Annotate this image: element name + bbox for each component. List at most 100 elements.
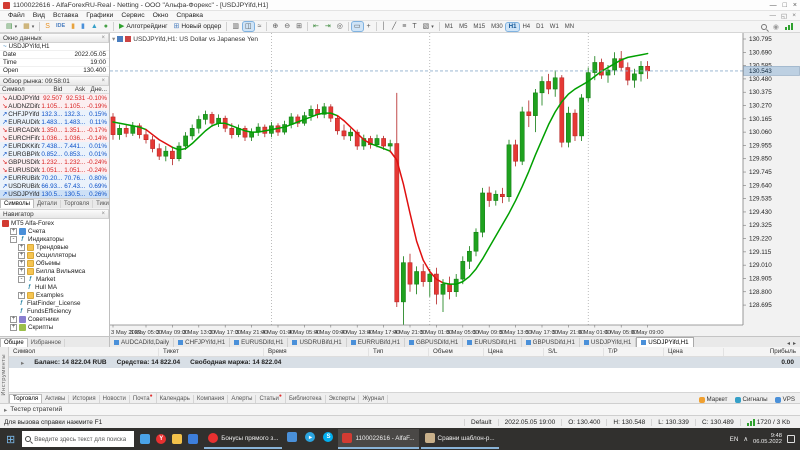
toolbox-tab-История[interactable]: История xyxy=(69,395,99,403)
expand-icon[interactable]: + xyxy=(18,292,25,299)
navigator-item-Билла Вильямса[interactable]: +Билла Вильямса xyxy=(0,267,109,275)
market-watch-row-EURGBPifd[interactable]: ↗EURGBPifd0.852...0.853...0.01% xyxy=(0,150,109,158)
toolbox-col-T/P[interactable]: T/P xyxy=(604,348,664,356)
child-close-button[interactable]: × xyxy=(792,12,796,20)
crosshair-button[interactable]: + xyxy=(365,22,373,31)
timeframe-M30[interactable]: M30 xyxy=(489,23,506,31)
clock[interactable]: 9:48 06.05.2022 xyxy=(753,433,782,446)
expand-icon[interactable]: + xyxy=(10,228,17,235)
auto-scroll-button[interactable]: ◎ xyxy=(335,22,345,31)
timeframe-M15[interactable]: M15 xyxy=(471,23,488,31)
toolbox-tab-Статьи[interactable]: Статьи● xyxy=(256,392,285,403)
metaeditor-button[interactable]: IDE xyxy=(54,22,67,31)
market-watch-row-EURDKKifd[interactable]: ↗EURDKKifd7.438...7.441...0.01% xyxy=(0,142,109,150)
market-watch-row-EURRUBifd[interactable]: ↗EURRUBifd70.20...70.76...0.80% xyxy=(0,174,109,182)
close-icon[interactable]: × xyxy=(101,35,105,41)
expand-icon[interactable]: + xyxy=(18,268,25,275)
chat-button[interactable]: ▮ xyxy=(79,22,87,31)
navigator-item-FlatFinder_License[interactable]: ƒFlatFinder_License xyxy=(0,299,109,307)
line-chart-button[interactable]: ≈ xyxy=(256,22,264,31)
taskbar-icon-explorer[interactable] xyxy=(169,431,185,447)
navigator-item-Market[interactable]: -ƒMarket xyxy=(0,275,109,283)
taskbar-app-mt5[interactable]: 1100022616 - AlfaF... xyxy=(338,429,418,449)
new-order-button[interactable]: ⊞Новый ордер xyxy=(171,22,223,31)
market-watch-tab-Символы[interactable]: Символы xyxy=(0,199,34,208)
text-tool-button[interactable]: T xyxy=(410,22,418,31)
shapes-button[interactable]: ▧▾ xyxy=(421,22,436,31)
menu-Графики[interactable]: Графики xyxy=(82,12,117,19)
toolbox-col-Символ[interactable]: Символ xyxy=(9,348,159,356)
taskbar-icon-skype[interactable]: S xyxy=(320,429,336,445)
toolbox-tab-Календарь[interactable]: Календарь xyxy=(157,395,194,403)
taskbar-icon-photos[interactable] xyxy=(185,431,201,447)
toolbox-col-S/L[interactable]: S/L xyxy=(544,348,604,356)
navigator-item-Трендовые[interactable]: +Трендовые xyxy=(0,243,109,251)
expand-icon[interactable]: + xyxy=(10,316,17,323)
market-watch-row-EURAUDifd[interactable]: ↗EURAUDifd1.483...1.483...0.11% xyxy=(0,118,109,126)
chart-tab-USDJPYifd,H1[interactable]: USDJPYifd,H1 xyxy=(636,337,693,347)
close-button[interactable]: × xyxy=(793,2,797,9)
profile-name[interactable]: Default xyxy=(464,419,498,426)
expand-icon[interactable]: + xyxy=(18,260,25,267)
web-terminal-button[interactable]: ● xyxy=(102,22,110,31)
chart-tab-EURUSDifd,H1[interactable]: EURUSDifd,H1 xyxy=(463,338,521,347)
trendline-button[interactable]: ╱ xyxy=(390,22,398,31)
hidden-icons-chevron[interactable]: ∧ xyxy=(743,436,748,443)
toolbox-link-Сигналы[interactable]: Сигналы xyxy=(735,396,768,403)
toolbox-tab-Эксперты[interactable]: Эксперты xyxy=(326,395,360,403)
search-icon[interactable] xyxy=(761,24,767,30)
expand-icon[interactable]: + xyxy=(18,252,25,259)
toolbox-col-Прибыль[interactable]: Прибыль xyxy=(724,348,800,356)
toolbox-tab-Алерты[interactable]: Алерты xyxy=(228,395,256,403)
chart-tab-EURRUBifd,H1[interactable]: EURRUBifd,H1 xyxy=(347,338,405,347)
chart-profiles-button[interactable]: ▦▾ xyxy=(21,22,36,31)
navigator-item-Счета[interactable]: +Счета xyxy=(0,227,109,235)
chart-tab-CHFJPYifd,H1[interactable]: CHFJPYifd,H1 xyxy=(174,338,230,347)
maximize-button[interactable]: □ xyxy=(783,2,787,9)
candles-chart-button[interactable]: ◫ xyxy=(243,22,254,31)
menu-Файл[interactable]: Файл xyxy=(4,12,29,19)
help-icon[interactable]: ◉ xyxy=(773,23,779,31)
expander-icon[interactable]: ▸ xyxy=(4,406,7,414)
vertical-line-button[interactable]: │ xyxy=(380,22,388,31)
chart-tab-GBPUSDifd,H1[interactable]: GBPUSDifd,H1 xyxy=(405,338,463,347)
market-watch-row-EURCHFifd[interactable]: ↘EURCHFifd1.036...1.036...-0.14% xyxy=(0,134,109,142)
toolbox-tab-Торговля[interactable]: Торговля xyxy=(9,394,42,403)
minimize-button[interactable]: — xyxy=(770,2,777,9)
market-watch-row-GBPUSDifd[interactable]: ↘GBPUSDifd1.232...1.232...-0.24% xyxy=(0,158,109,166)
toolbox-side-strip[interactable]: Инструменты xyxy=(0,347,9,403)
new-chart-button[interactable]: ▤▾ xyxy=(4,22,19,31)
menu-Справка[interactable]: Справка xyxy=(172,12,207,19)
timeframe-MN[interactable]: MN xyxy=(562,23,576,31)
market-watch-row-USDRUBifd[interactable]: ↗USDRUBifd66.93...67.43...0.69% xyxy=(0,182,109,190)
navigator-item-Examples[interactable]: +Examples xyxy=(0,291,109,299)
toolbox-tab-Компания[interactable]: Компания xyxy=(194,395,228,403)
strategy-tester-bar[interactable]: ▸ Тестер стратегий xyxy=(0,403,800,415)
lock-button[interactable]: ▮ xyxy=(69,22,77,31)
market-watch-row-USDJPYifd[interactable]: ↗USDJPYifd130.5...130.5...0.26% xyxy=(0,190,109,198)
navigator-tab-Общие[interactable]: Общие xyxy=(0,338,28,347)
market-watch-tab-Детали[interactable]: Детали xyxy=(34,200,61,208)
chart-tab-AUDCADifd,Daily[interactable]: AUDCADifd,Daily xyxy=(110,338,174,347)
timeframe-M5[interactable]: M5 xyxy=(457,23,470,31)
one-click-trading-toggle[interactable]: ▾ xyxy=(112,35,115,43)
mql5-community-button[interactable]: S xyxy=(43,22,52,31)
toolbox-tab-Библиотека[interactable]: Библиотека xyxy=(286,395,326,403)
navigator-tab-Избранное[interactable]: Избранное xyxy=(28,339,65,347)
taskbar-icon-store[interactable] xyxy=(137,431,153,447)
chart-tab-EURUSDifd,H1[interactable]: EURUSDifd,H1 xyxy=(230,338,288,347)
bars-chart-button[interactable]: ▥ xyxy=(230,22,241,31)
taskbar-app-doc[interactable]: Сравни шаблон-р... xyxy=(421,429,499,449)
taskbar-search[interactable]: Введите здесь текст для поиска xyxy=(22,431,134,447)
navigator-item-Осцилляторы[interactable]: +Осцилляторы xyxy=(0,251,109,259)
toolbox-col-Цена[interactable]: Цена xyxy=(664,348,724,356)
shift-right-button[interactable]: ⇥ xyxy=(323,22,333,31)
timeframe-M1[interactable]: M1 xyxy=(442,23,455,31)
grid-button[interactable]: ⊞ xyxy=(294,22,304,31)
collapse-icon[interactable]: - xyxy=(18,276,25,283)
menu-Окно[interactable]: Окно xyxy=(149,12,173,19)
toolbox-col-Время[interactable]: Время xyxy=(264,348,369,356)
navigator-item-Hull MA[interactable]: ƒHull MA xyxy=(0,283,109,291)
toolbox-tab-Почта[interactable]: Почта● xyxy=(130,392,157,403)
navigator-item-Советники[interactable]: +Советники xyxy=(0,315,109,323)
